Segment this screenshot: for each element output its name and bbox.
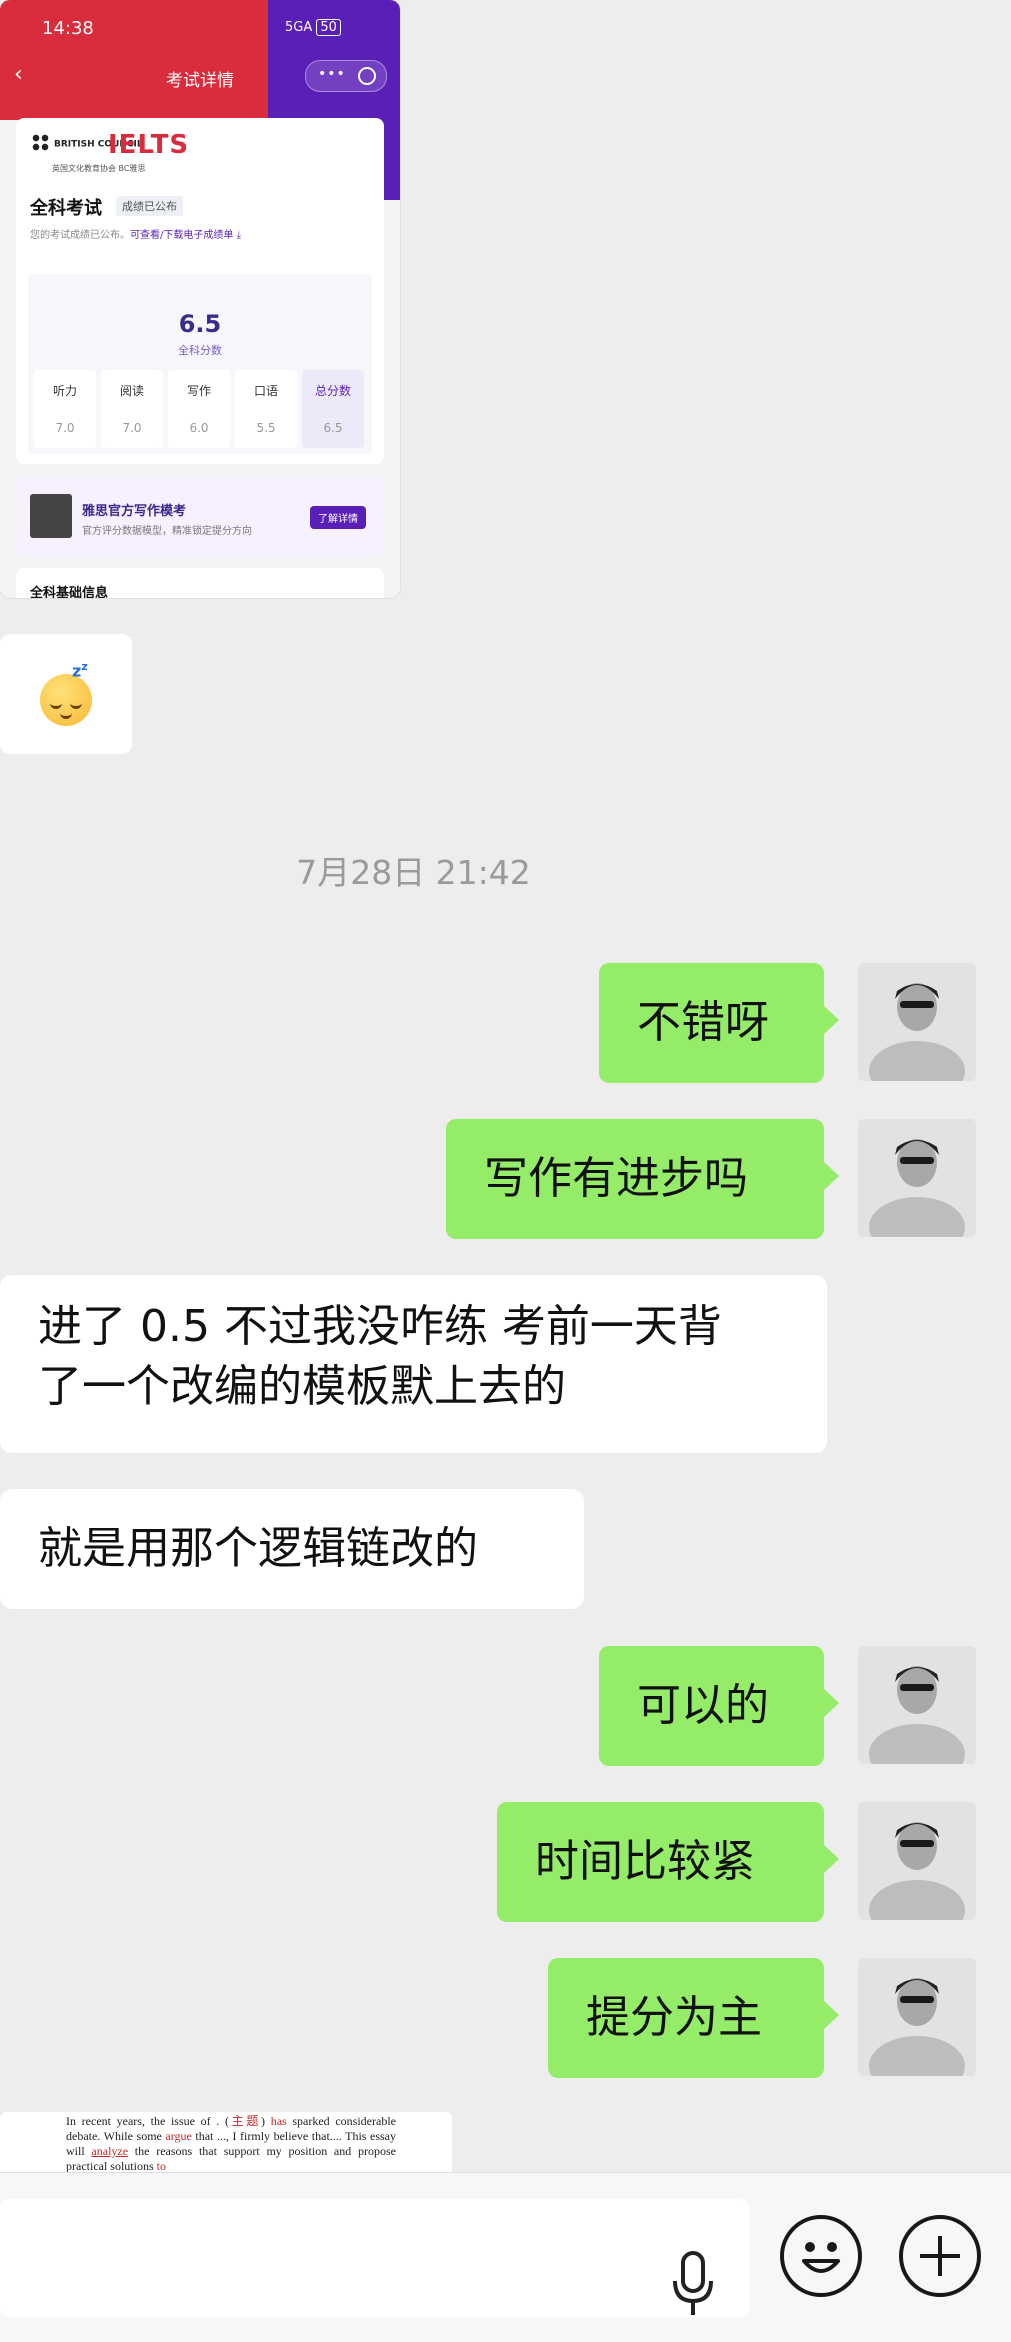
avatar-photo-icon [858, 1802, 976, 1920]
emoji-button[interactable] [780, 2215, 862, 2297]
zzz-icon: zz [72, 660, 88, 681]
message-bubble-sent[interactable]: 写作有进步吗 [446, 1119, 839, 1239]
message-bubble-received[interactable]: 进了 0.5 不过我没咋练 考前一天背 了一个改编的模板默上去的 [0, 1275, 827, 1453]
emoji-left-eye [50, 700, 62, 709]
sleeping-face-emoji-icon: zz [40, 660, 92, 726]
writing-mock-banner: 雅思官方写作模考 官方评分数据模型，精准锁定提分方向 了解详情 [16, 478, 384, 556]
more-button[interactable] [899, 2215, 981, 2297]
score-writing: 写作 6.0 [168, 370, 230, 448]
message-text: 不错呀 [637, 997, 769, 1048]
banner-thumbnail [30, 494, 72, 538]
emoji-mouth [60, 711, 72, 719]
sticker-message[interactable]: zz [0, 634, 132, 754]
avatar[interactable] [858, 1802, 976, 1920]
image-message-essay[interactable]: In recent years, the issue of . (主题) has… [0, 2112, 452, 2172]
exam-title: 全科考试 [30, 198, 102, 219]
status-time: 14:38 [42, 18, 94, 39]
avatar[interactable] [858, 1119, 976, 1237]
download-link: 可查看/下载电子成绩单 [130, 230, 234, 241]
download-icon: ⤓ [236, 230, 241, 241]
status-signal: 5GA 50 [285, 19, 341, 36]
avatar-photo-icon [858, 1119, 976, 1237]
overall-score-label: 全科分数 [178, 344, 222, 357]
header-red-bg [0, 0, 268, 120]
logo-subtitle: 英国文化教育协会 BC雅思 [52, 164, 146, 173]
essay-text: In recent years, the issue of . (主题) has… [66, 2114, 397, 2172]
message-text: 写作有进步吗 [484, 1153, 748, 1204]
message-text-line: 进了 0.5 不过我没咋练 考前一天背 [38, 1301, 722, 1352]
message-text: 提分为主 [586, 1992, 762, 2043]
avatar-photo-icon [858, 1646, 976, 1764]
message-bubble-received[interactable]: 就是用那个逻辑链改的 [0, 1489, 584, 1609]
image-message-ielts-screenshot[interactable]: 14:38 5GA 50 ‹ 考试详情 ••• BRITISH COUNCIL … [0, 0, 400, 598]
message-text: 可以的 [637, 1680, 769, 1731]
message-bubble-sent[interactable]: 时间比较紧 [497, 1802, 839, 1922]
battery-level: 50 [316, 19, 341, 36]
message-bubble-sent[interactable]: 不错呀 [599, 963, 839, 1083]
status-badge: 成绩已公布 [116, 196, 183, 216]
message-text: 就是用那个逻辑链改的 [38, 1523, 478, 1574]
message-text: 时间比较紧 [535, 1836, 755, 1887]
message-text-line: 了一个改编的模板默上去的 [38, 1361, 566, 1412]
signal-text: 5GA [285, 20, 313, 35]
banner-subtitle: 官方评分数据模型，精准锁定提分方向 [82, 526, 252, 537]
score-listening: 听力 7.0 [34, 370, 96, 448]
result-note: 您的考试成绩已公布。可查看/下载电子成绩单 ⤓ [30, 230, 241, 241]
message-bubble-sent[interactable]: 可以的 [599, 1646, 839, 1766]
smiley-icon [802, 2242, 840, 2273]
avatar[interactable] [858, 963, 976, 1081]
banner-button: 了解详情 [310, 506, 366, 529]
more-dots-icon: ••• [318, 66, 346, 82]
message-bubble-sent[interactable]: 提分为主 [548, 1958, 839, 2078]
chat-input-bar [0, 2172, 1011, 2342]
score-speaking: 口语 5.5 [235, 370, 297, 448]
miniapp-capsule: ••• [305, 60, 387, 92]
ielts-logo: IELTS [108, 130, 190, 160]
avatar-photo-icon [858, 963, 976, 1081]
banner-title: 雅思官方写作模考 [82, 504, 187, 519]
plus-icon [920, 2236, 960, 2276]
avatar[interactable] [858, 1958, 976, 2076]
emoji-right-eye [70, 700, 82, 709]
chat-timestamp: 7月28日 21:42 [296, 853, 531, 892]
overall-score: 6.5 [178, 310, 222, 338]
avatar-photo-icon [858, 1958, 976, 2076]
basic-info-title: 全科基础信息 [30, 586, 109, 598]
british-council-dots-icon [32, 134, 50, 152]
score-total: 总分数 6.5 [302, 370, 364, 448]
score-box: 6.5 全科分数 听力 7.0 阅读 7.0 写作 6.0 口语 5.5 总分数… [28, 274, 372, 454]
score-reading: 阅读 7.0 [101, 370, 163, 448]
exam-result-card: BRITISH COUNCIL IELTS 英国文化教育协会 BC雅思 全科考试… [16, 118, 384, 464]
basic-info-section: 全科基础信息 [16, 568, 384, 598]
avatar[interactable] [858, 1646, 976, 1764]
message-input[interactable] [0, 2199, 749, 2317]
microphone-icon[interactable] [668, 2249, 718, 2319]
close-target-icon [358, 67, 376, 85]
